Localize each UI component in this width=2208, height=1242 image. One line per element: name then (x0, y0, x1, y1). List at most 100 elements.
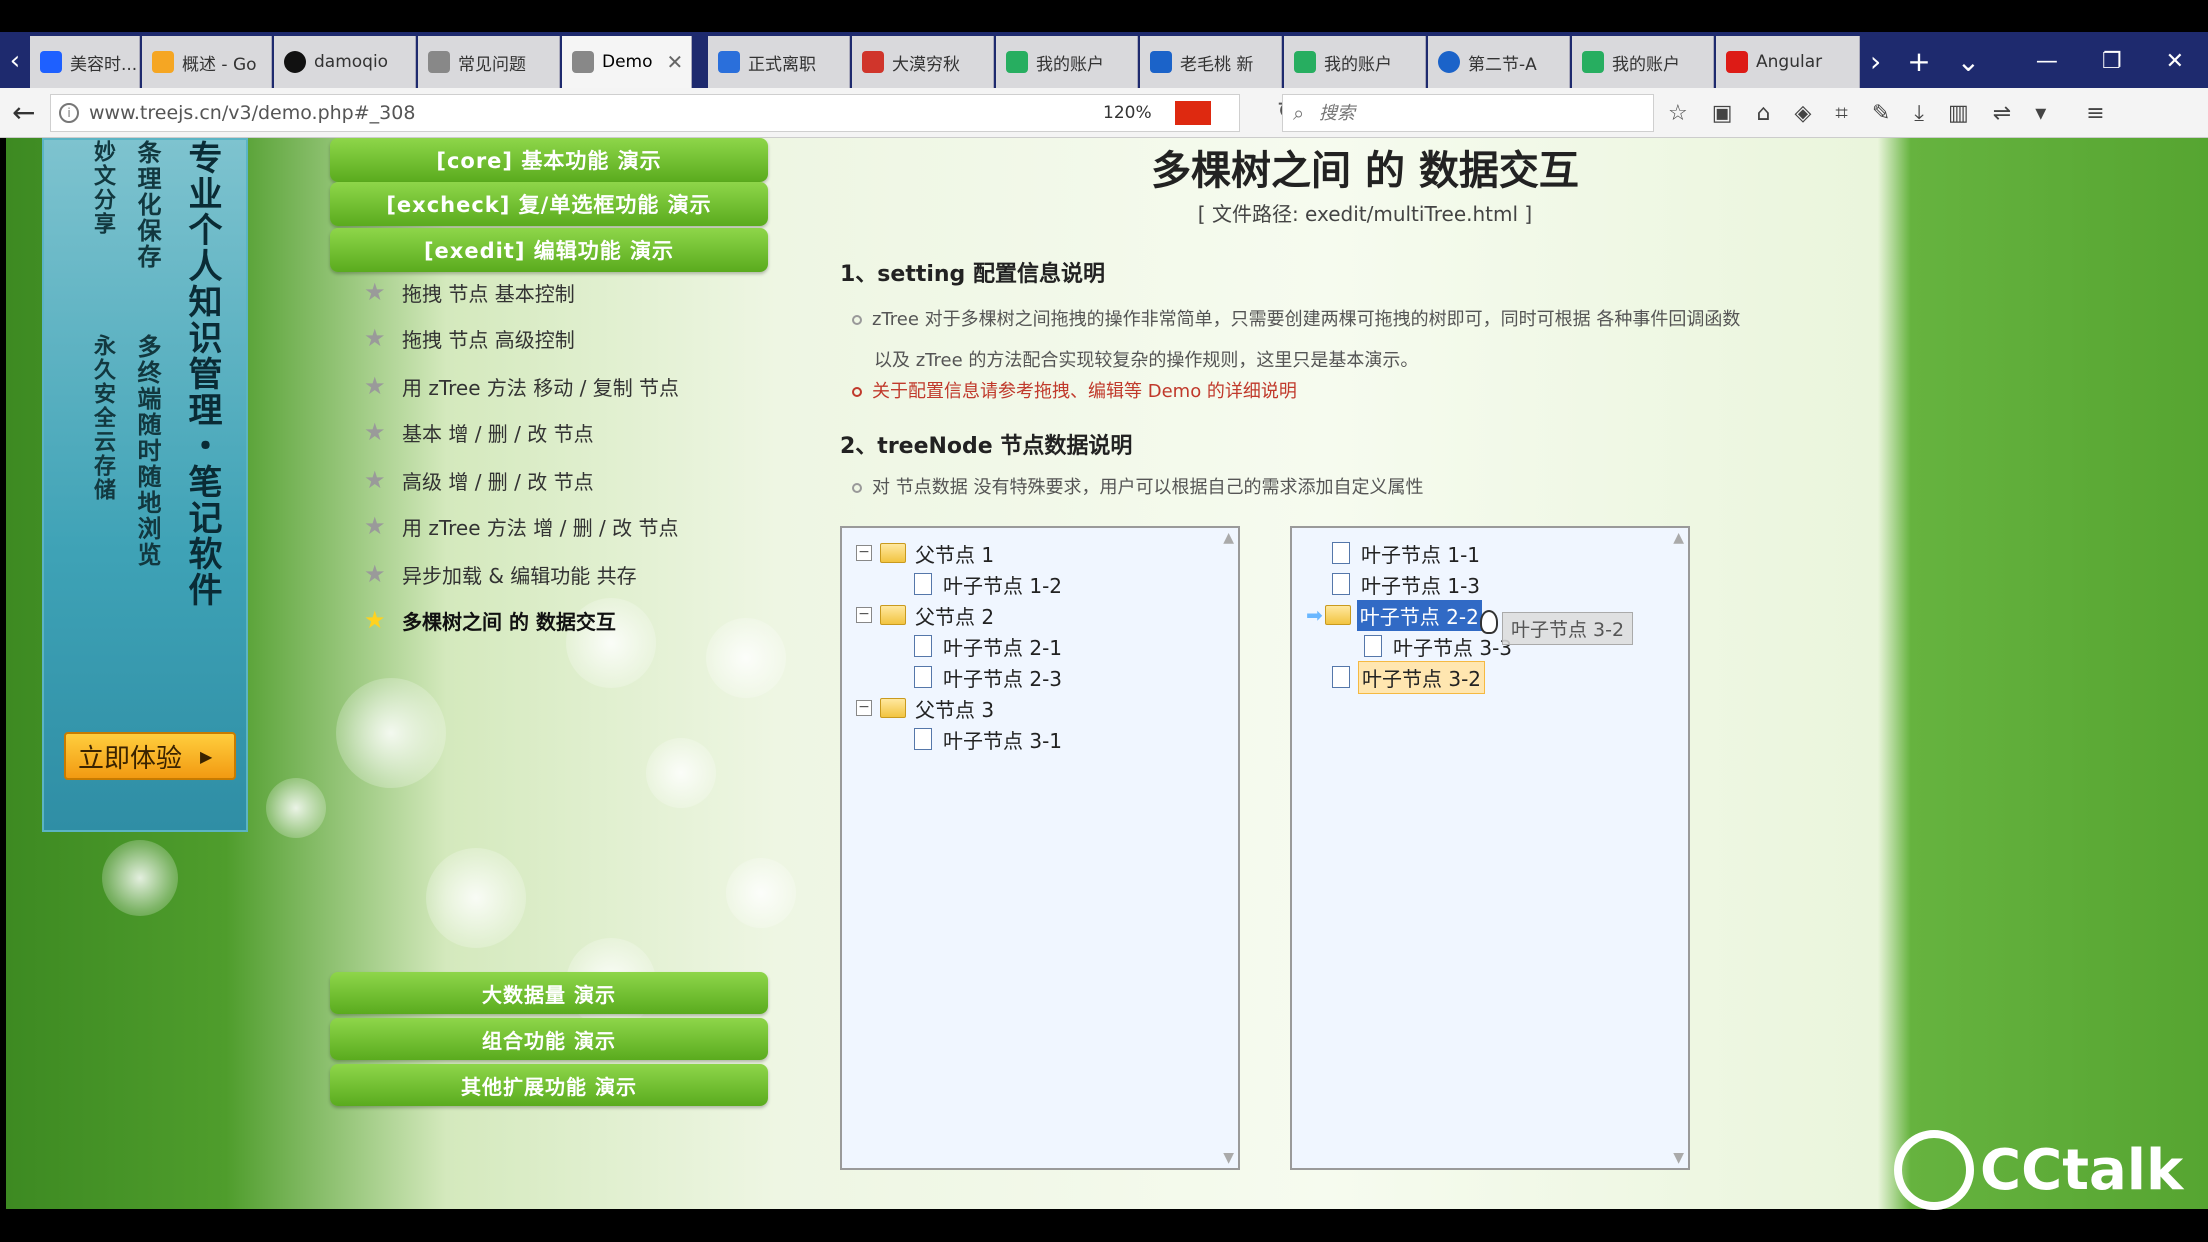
file-icon (914, 666, 932, 688)
china-flag-icon[interactable] (1175, 101, 1211, 125)
url-bar[interactable]: i www.treejs.cn/v3/demo.php#_308 120% ↻ (50, 94, 1297, 132)
library-icon[interactable]: ▥ (1948, 101, 1969, 126)
tab-8[interactable]: 老毛桃 新 (1140, 36, 1282, 88)
tree-node-parent-3[interactable]: − 父节点 3 (856, 693, 997, 723)
node-label[interactable]: 叶子节点 1-2 (940, 569, 1065, 600)
scroll-down-icon[interactable]: ▼ (1673, 1150, 1684, 1166)
tab-list-icon[interactable]: ⌄ (1957, 45, 1980, 78)
tree-node-leaf-3-2[interactable]: 叶子节点 3-2 (1332, 660, 1486, 694)
node-label[interactable]: 叶子节点 1-3 (1358, 569, 1483, 600)
tab-scroll-left-icon[interactable]: ‹ (0, 34, 30, 88)
node-label[interactable]: 叶子节点 1-1 (1358, 538, 1483, 569)
menu-item-label: 用 zTree 方法 增 / 删 / 改 节点 (402, 515, 679, 540)
home-icon[interactable]: ⌂ (1757, 101, 1771, 126)
menu-item-method-edit[interactable]: ★ 用 zTree 方法 增 / 删 / 改 节点 (364, 506, 679, 546)
try-now-button[interactable]: 立即体验 ▶ (64, 732, 236, 780)
back-arrow-icon[interactable]: ← (12, 96, 35, 129)
tree-node-parent-2[interactable]: − 父节点 2 (856, 600, 997, 630)
tab-0[interactable]: 美容时... (30, 36, 140, 88)
node-label[interactable]: 父节点 3 (912, 693, 997, 724)
menu-item-label: 拖拽 节点 基本控制 (402, 281, 575, 306)
node-label[interactable]: 叶子节点 3-1 (940, 724, 1065, 755)
hamburger-menu-icon[interactable]: ≡ (2086, 101, 2104, 126)
tree-node-leaf-1-3[interactable]: 叶子节点 1-3 (1332, 569, 1483, 599)
tree-node-leaf-1-1[interactable]: 叶子节点 1-1 (1332, 538, 1483, 568)
ad-banner[interactable]: 专业个人知识管理・笔记软件 条理化保存 多终端随时随地浏览 妙文分享 永久安全云… (42, 138, 248, 832)
star-icon: ★ (364, 512, 386, 540)
clipboard-icon[interactable]: ▣ (1712, 101, 1733, 126)
menu-extension-button[interactable]: 其他扩展功能 演示 (330, 1064, 768, 1106)
url-text[interactable]: www.treejs.cn/v3/demo.php#_308 (89, 102, 415, 124)
menu-bigdata-button[interactable]: 大数据量 演示 (330, 972, 768, 1014)
menu-item-basic-edit[interactable]: ★ 基本 增 / 删 / 改 节点 (364, 412, 594, 452)
cctalk-watermark: CCtalk (1894, 1128, 2183, 1212)
toolbar-icons: ☆ ▣ ⌂ ◈ ⌗ ✎ ⤓ ▥ ⇌ ▾ ≡ (1668, 94, 2105, 132)
tab-11[interactable]: 我的账户 (1572, 36, 1714, 88)
tree-panel-left[interactable]: ▲ ▼ − 父节点 1 叶子节点 1-2 − 父节点 2 叶子节点 2-1 叶子节点… (840, 526, 1240, 1170)
menu-combo-button[interactable]: 组合功能 演示 (330, 1018, 768, 1060)
tab-7[interactable]: 我的账户 (996, 36, 1138, 88)
menu-item-drag-advanced[interactable]: ★ 拖拽 节点 高级控制 (364, 318, 575, 358)
tab-close-icon[interactable]: ✕ (667, 50, 684, 74)
tab-4-active[interactable]: Demo ✕ (562, 36, 692, 88)
tab-10[interactable]: 第二节-A (1428, 36, 1570, 88)
node-label[interactable]: 叶子节点 2-1 (940, 631, 1065, 662)
tab-2[interactable]: damoqio (274, 36, 416, 88)
tree-node-leaf-3-3[interactable]: 叶子节点 3-3 (1364, 631, 1515, 661)
tab-12[interactable]: Angular (1716, 36, 1860, 88)
info-icon[interactable]: i (59, 103, 79, 123)
restore-icon[interactable]: ❐ (2102, 49, 2122, 74)
zoom-level[interactable]: 120% (1103, 103, 1152, 123)
tree-node-leaf-1-2[interactable]: 叶子节点 1-2 (914, 569, 1065, 599)
tree-node-leaf-2-1[interactable]: 叶子节点 2-1 (914, 631, 1065, 661)
menu-core-button[interactable]: [core] 基本功能 演示 (330, 138, 768, 182)
web-page: 专业个人知识管理・笔记软件 条理化保存 多终端随时随地浏览 妙文分享 永久安全云… (6, 138, 2208, 1209)
collapse-toggle-icon[interactable]: − (856, 545, 872, 561)
tab-favicon (1438, 51, 1460, 73)
scroll-up-icon[interactable]: ▲ (1673, 530, 1684, 546)
crop-icon[interactable]: ⌗ (1835, 101, 1847, 126)
tab-9[interactable]: 我的账户 (1284, 36, 1426, 88)
tree-node-parent-1[interactable]: − 父节点 1 (856, 538, 997, 568)
collapse-toggle-icon[interactable]: − (856, 607, 872, 623)
node-label[interactable]: 父节点 1 (912, 538, 997, 569)
menu-item-drag-basic[interactable]: ★ 拖拽 节点 基本控制 (364, 272, 575, 312)
tree-node-leaf-3-1[interactable]: 叶子节点 3-1 (914, 724, 1065, 754)
tab-6[interactable]: 大漠穷秋 (852, 36, 994, 88)
node-label[interactable]: 叶子节点 3-3 (1390, 631, 1515, 662)
tab-favicon (428, 51, 450, 73)
node-label[interactable]: 叶子节点 2-3 (940, 662, 1065, 693)
tab-3[interactable]: 常见问题 (418, 36, 560, 88)
section-1-link[interactable]: 关于配置信息请参考拖拽、编辑等 Demo 的详细说明 (852, 374, 1297, 410)
section-1-link-text[interactable]: 关于配置信息请参考拖拽、编辑等 Demo 的详细说明 (872, 381, 1297, 402)
scroll-up-icon[interactable]: ▲ (1223, 530, 1234, 546)
bookmark-star-icon[interactable]: ☆ (1668, 101, 1688, 126)
search-input[interactable] (1319, 99, 1639, 127)
new-tab-icon[interactable]: + (1907, 45, 1930, 78)
close-window-icon[interactable]: ✕ (2166, 49, 2184, 74)
node-label[interactable]: 父节点 2 (912, 600, 997, 631)
tab-5[interactable]: 正式离职 (708, 36, 850, 88)
tab-scroll-right-icon[interactable]: › (1870, 45, 1881, 78)
download-icon[interactable]: ⤓ (1914, 101, 1924, 126)
tree-node-2-2[interactable]: ➡ 叶子节点 2-2 (1306, 599, 1482, 631)
menu-exedit-button[interactable]: [exedit] 编辑功能 演示 (330, 228, 768, 272)
pocket-icon[interactable]: ◈ (1795, 101, 1812, 126)
menu-excheck-label: [excheck] 复/单选框功能 演示 (386, 193, 712, 217)
menu-item-multi-tree[interactable]: ★ 多棵树之间 的 数据交互 (364, 600, 616, 640)
menu-excheck-button[interactable]: [excheck] 复/单选框功能 演示 (330, 182, 768, 226)
menu-item-advanced-edit[interactable]: ★ 高级 增 / 删 / 改 节点 (364, 460, 594, 500)
menu-item-async-edit[interactable]: ★ 异步加载 & 编辑功能 共存 (364, 554, 637, 594)
minimize-icon[interactable]: — (2036, 49, 2058, 74)
tree-node-leaf-2-3[interactable]: 叶子节点 2-3 (914, 662, 1065, 692)
search-bar[interactable]: ⌕ (1282, 94, 1654, 132)
scroll-down-icon[interactable]: ▼ (1223, 1150, 1234, 1166)
collapse-toggle-icon[interactable]: − (856, 700, 872, 716)
node-label[interactable]: 叶子节点 3-2 (1358, 660, 1486, 694)
sync-icon[interactable]: ⇌ (1993, 101, 2011, 126)
tab-1[interactable]: 概述 - Go (142, 36, 272, 88)
menu-item-move-copy[interactable]: ★ 用 zTree 方法 移动 / 复制 节点 (364, 366, 679, 406)
pen-icon[interactable]: ✎ (1872, 101, 1890, 126)
overflow-chevron-icon[interactable]: ▾ (2035, 101, 2046, 126)
node-label[interactable]: 叶子节点 2-2 (1356, 599, 1482, 631)
